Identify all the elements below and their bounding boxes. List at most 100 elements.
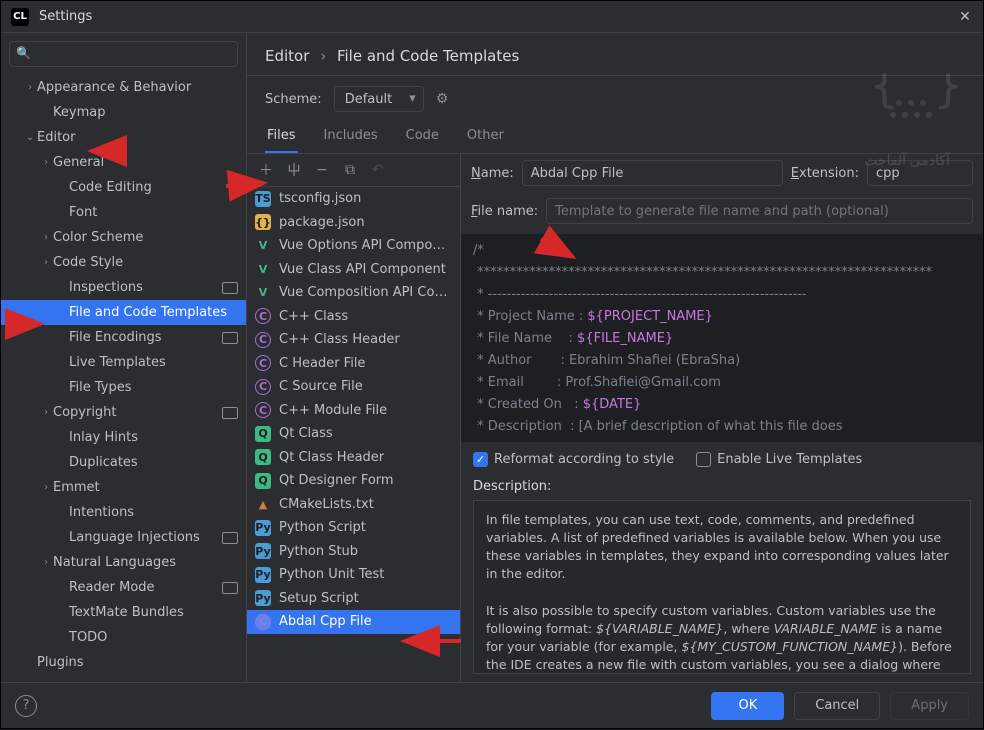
- template-item[interactable]: VVue Options API Component: [247, 234, 460, 258]
- template-editor[interactable]: /* *************************************…: [461, 234, 983, 442]
- reformat-checkbox[interactable]: ✓ Reformat according to style: [473, 452, 674, 467]
- template-item[interactable]: CC++ Class Header: [247, 328, 460, 352]
- tab-other[interactable]: Other: [465, 120, 506, 153]
- sidebar-item-font[interactable]: Font: [1, 200, 246, 225]
- extension-field[interactable]: [867, 160, 973, 186]
- sidebar-item-label: Reader Mode: [69, 580, 218, 595]
- sidebar-item-file-types[interactable]: File Types: [1, 375, 246, 400]
- chevron-icon: ›: [39, 482, 53, 493]
- scheme-select[interactable]: Default: [334, 86, 424, 112]
- template-item[interactable]: QQt Designer Form: [247, 469, 460, 493]
- sidebar-item-textmate-bundles[interactable]: TextMate Bundles: [1, 600, 246, 625]
- template-item[interactable]: VVue Class API Component: [247, 258, 460, 282]
- template-item[interactable]: CC++ Class: [247, 305, 460, 329]
- chevron-icon: ›: [23, 82, 37, 93]
- file-type-icon: C: [255, 379, 271, 395]
- add-icon[interactable]: ＋: [257, 160, 275, 180]
- search-input[interactable]: [9, 41, 238, 67]
- sidebar-item-label: Code Editing: [69, 180, 238, 195]
- file-type-icon: Q: [255, 473, 271, 489]
- sidebar-item-file-and-code-templates[interactable]: File and Code Templates: [1, 300, 246, 325]
- template-item[interactable]: QQt Class: [247, 422, 460, 446]
- sidebar-item-general[interactable]: ›General: [1, 150, 246, 175]
- template-item[interactable]: CAbdal Cpp File: [247, 610, 460, 634]
- template-item[interactable]: PyPython Script: [247, 516, 460, 540]
- template-item[interactable]: PyPython Stub: [247, 540, 460, 564]
- sidebar-item-inlay-hints[interactable]: Inlay Hints: [1, 425, 246, 450]
- sidebar-item-intentions[interactable]: Intentions: [1, 500, 246, 525]
- sidebar-item-label: Code Style: [53, 255, 238, 270]
- app-icon: CL: [11, 8, 29, 26]
- sidebar-item-label: File Types: [69, 380, 238, 395]
- apply-button[interactable]: Apply: [890, 692, 969, 720]
- file-type-icon: Q: [255, 426, 271, 442]
- settings-tree[interactable]: ›Appearance & BehaviorKeymap⌄Editor›Gene…: [1, 75, 246, 682]
- sidebar-item-label: Inspections: [69, 280, 218, 295]
- sidebar-item-appearance-behavior[interactable]: ›Appearance & Behavior: [1, 75, 246, 100]
- template-item[interactable]: ▲CMakeLists.txt: [247, 493, 460, 517]
- sidebar-item-reader-mode[interactable]: Reader Mode: [1, 575, 246, 600]
- sidebar-item-file-encodings[interactable]: File Encodings: [1, 325, 246, 350]
- tab-includes[interactable]: Includes: [322, 120, 380, 153]
- description-label: Description:: [461, 477, 983, 496]
- remove-icon[interactable]: −: [313, 162, 331, 178]
- template-item-label: C++ Class: [279, 309, 348, 324]
- search-icon: 🔍: [16, 46, 31, 60]
- copy-icon[interactable]: ⧉: [341, 162, 359, 178]
- file-type-icon: Py: [255, 543, 271, 559]
- sidebar-item-label: TextMate Bundles: [69, 605, 238, 620]
- sidebar-item-emmet[interactable]: ›Emmet: [1, 475, 246, 500]
- sidebar-item-natural-languages[interactable]: ›Natural Languages: [1, 550, 246, 575]
- template-item-label: Qt Class Header: [279, 450, 384, 465]
- sidebar-item-label: Duplicates: [69, 455, 238, 470]
- live-templates-checkbox[interactable]: Enable Live Templates: [696, 452, 862, 467]
- template-item[interactable]: VVue Composition API Component: [247, 281, 460, 305]
- file-type-icon: V: [255, 261, 271, 277]
- tab-code[interactable]: Code: [404, 120, 441, 153]
- template-item-label: C++ Module File: [279, 403, 387, 418]
- name-field[interactable]: [522, 160, 783, 186]
- template-item[interactable]: PyPython Unit Test: [247, 563, 460, 587]
- sidebar-item-plugins[interactable]: Plugins: [1, 650, 246, 675]
- sidebar-item-todo[interactable]: TODO: [1, 625, 246, 650]
- tab-files[interactable]: Files: [265, 120, 298, 153]
- sidebar-item-label: Inlay Hints: [69, 430, 238, 445]
- sidebar-item-inspections[interactable]: Inspections: [1, 275, 246, 300]
- template-list[interactable]: TStsconfig.json{}package.jsonVVue Option…: [247, 187, 460, 682]
- file-type-icon: V: [255, 238, 271, 254]
- template-item[interactable]: {}package.json: [247, 211, 460, 235]
- chevron-icon: ⌄: [23, 132, 37, 143]
- sidebar-item-copyright[interactable]: ›Copyright: [1, 400, 246, 425]
- gear-icon[interactable]: ⚙: [436, 91, 449, 107]
- sidebar-item-keymap[interactable]: Keymap: [1, 100, 246, 125]
- sidebar-item-code-style[interactable]: ›Code Style: [1, 250, 246, 275]
- template-item[interactable]: CC Source File: [247, 375, 460, 399]
- sidebar-item-color-scheme[interactable]: ›Color Scheme: [1, 225, 246, 250]
- add-from-icon[interactable]: ⼬: [285, 160, 303, 180]
- window-title: Settings: [39, 9, 92, 24]
- filename-field[interactable]: [546, 198, 973, 224]
- template-item-label: CMakeLists.txt: [279, 497, 374, 512]
- template-item[interactable]: CC Header File: [247, 352, 460, 376]
- sidebar-item-duplicates[interactable]: Duplicates: [1, 450, 246, 475]
- scope-badge: [222, 332, 238, 344]
- sidebar-item-live-templates[interactable]: Live Templates: [1, 350, 246, 375]
- template-item[interactable]: TStsconfig.json: [247, 187, 460, 211]
- breadcrumb-a[interactable]: Editor: [265, 47, 309, 65]
- sidebar-item-editor[interactable]: ⌄Editor: [1, 125, 246, 150]
- ok-button[interactable]: OK: [711, 692, 784, 720]
- template-item[interactable]: CC++ Module File: [247, 399, 460, 423]
- help-icon[interactable]: ?: [15, 695, 37, 717]
- titlebar: CL Settings ✕: [1, 1, 983, 33]
- sidebar-item-label: Keymap: [53, 105, 238, 120]
- sidebar-item-language-injections[interactable]: Language Injections: [1, 525, 246, 550]
- template-item[interactable]: PySetup Script: [247, 587, 460, 611]
- sidebar-item-label: General: [53, 155, 238, 170]
- revert-icon: ↶: [369, 162, 387, 178]
- chevron-icon: ›: [39, 157, 53, 168]
- sidebar-item-code-editing[interactable]: Code Editing: [1, 175, 246, 200]
- file-type-icon: C: [255, 332, 271, 348]
- close-icon[interactable]: ✕: [957, 9, 973, 25]
- cancel-button[interactable]: Cancel: [794, 692, 880, 720]
- template-item[interactable]: QQt Class Header: [247, 446, 460, 470]
